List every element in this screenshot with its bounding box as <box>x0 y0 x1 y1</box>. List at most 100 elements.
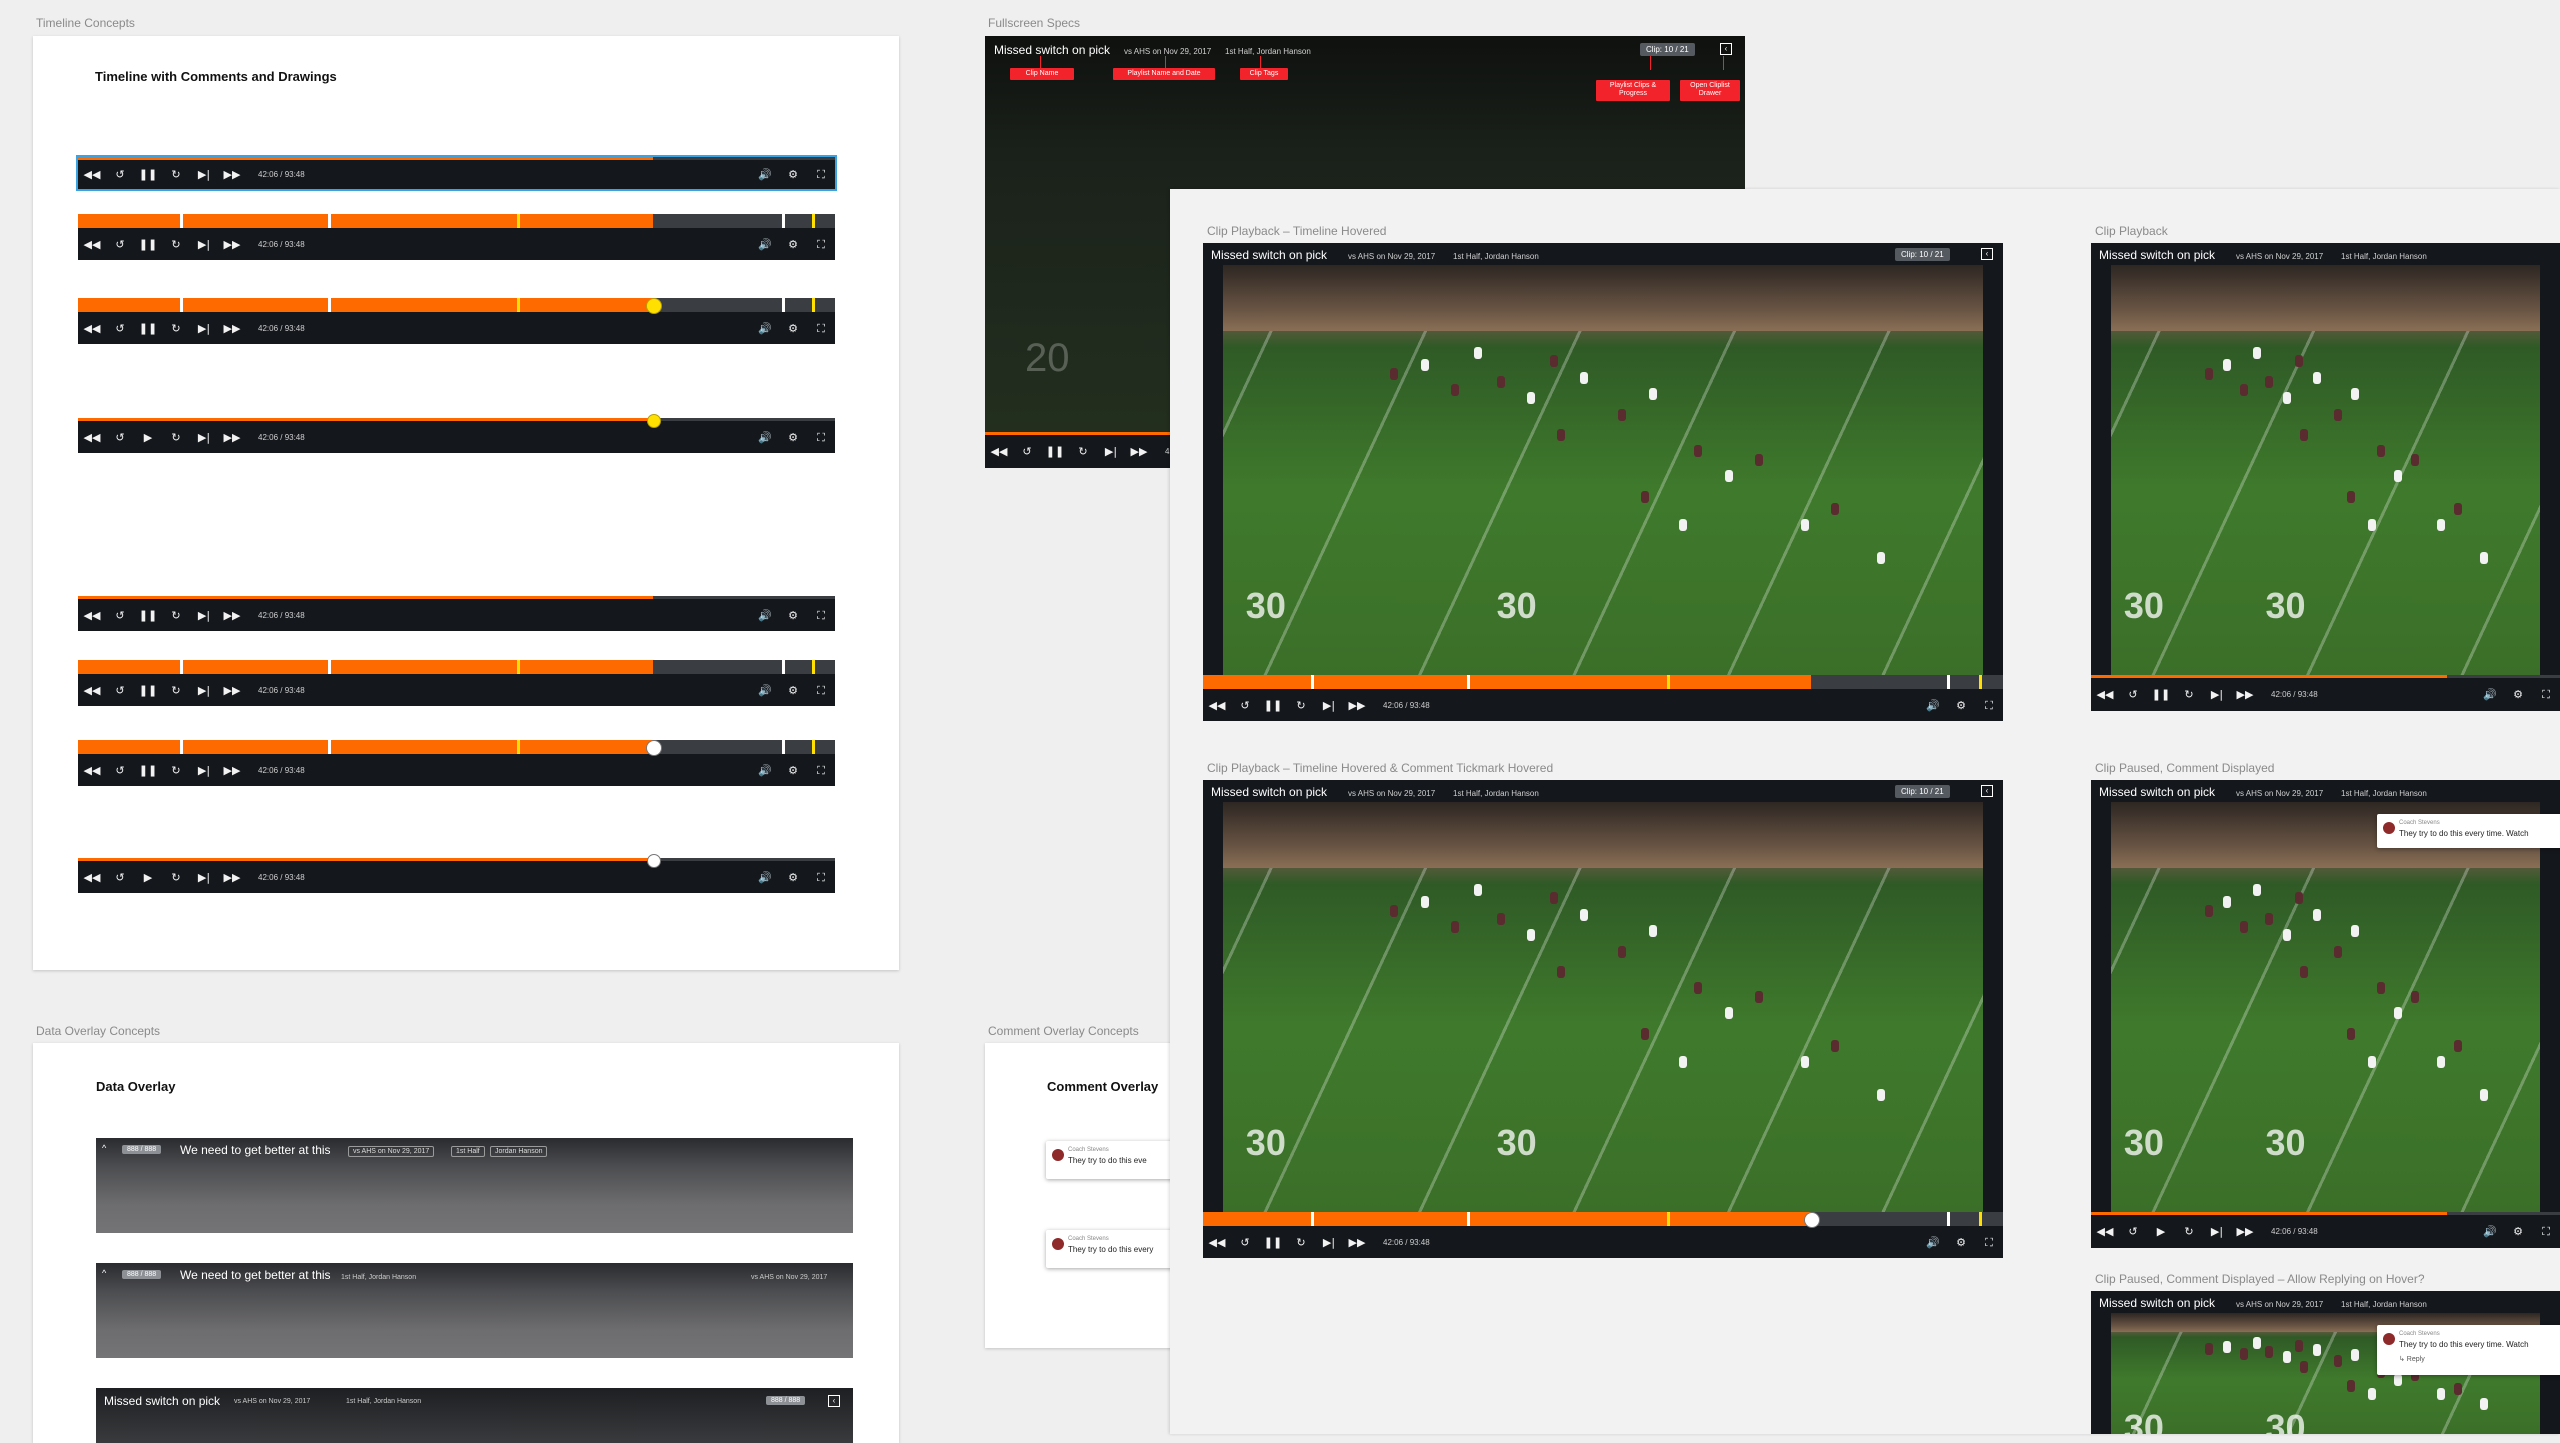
reply-button[interactable]: ↳ Reply <box>2399 1355 2425 1363</box>
timeline-tick[interactable] <box>327 214 331 228</box>
rewind-icon[interactable]: ◀◀ <box>985 446 1013 457</box>
fast-forward-icon[interactable]: ▶▶ <box>218 872 246 883</box>
comment-tickmark[interactable] <box>812 298 816 312</box>
play-icon[interactable]: ▶ <box>2147 1226 2175 1237</box>
step-forward-icon[interactable]: ▶| <box>190 765 218 776</box>
timeline-tick[interactable] <box>1311 1212 1314 1226</box>
rewind-icon[interactable]: ◀◀ <box>78 765 106 776</box>
pause-icon[interactable]: ❚❚ <box>134 765 162 776</box>
step-forward-icon[interactable]: ▶| <box>190 239 218 250</box>
forward-10-icon[interactable]: ↻ <box>162 872 190 883</box>
gear-icon[interactable]: ⚙ <box>779 239 807 250</box>
timeline-tick[interactable] <box>327 740 331 754</box>
step-forward-icon[interactable]: ▶| <box>190 872 218 883</box>
fullscreen-icon[interactable]: ⛶ <box>807 872 835 883</box>
fullscreen-icon[interactable]: ⛶ <box>2532 1226 2560 1237</box>
gear-icon[interactable]: ⚙ <box>2504 689 2532 700</box>
forward-10-icon[interactable]: ↻ <box>1069 446 1097 457</box>
forward-10-icon[interactable]: ↻ <box>162 239 190 250</box>
fast-forward-icon[interactable]: ▶▶ <box>1343 700 1371 711</box>
back-10-icon[interactable]: ↺ <box>106 685 134 696</box>
fullscreen-icon[interactable]: ⛶ <box>807 239 835 250</box>
back-10-icon[interactable]: ↺ <box>1013 446 1041 457</box>
fast-forward-icon[interactable]: ▶▶ <box>1125 446 1153 457</box>
fullscreen-icon[interactable]: ⛶ <box>1975 700 2003 711</box>
rewind-icon[interactable]: ◀◀ <box>1203 1237 1231 1248</box>
fullscreen-icon[interactable]: ⛶ <box>807 432 835 443</box>
pause-icon[interactable]: ❚❚ <box>2147 689 2175 700</box>
video-frame[interactable]: 30 30 <box>2111 265 2540 675</box>
play-icon[interactable]: ▶ <box>134 432 162 443</box>
gear-icon[interactable]: ⚙ <box>779 685 807 696</box>
drawer-icon[interactable]: ‹ <box>1981 785 1993 797</box>
volume-icon[interactable]: 🔊 <box>1919 1237 1947 1248</box>
forward-10-icon[interactable]: ↻ <box>162 323 190 334</box>
back-10-icon[interactable]: ↺ <box>1231 700 1259 711</box>
fast-forward-icon[interactable]: ▶▶ <box>218 239 246 250</box>
fast-forward-icon[interactable]: ▶▶ <box>218 432 246 443</box>
rewind-icon[interactable]: ◀◀ <box>78 239 106 250</box>
comment-card[interactable]: Coach Stevens They try to do this every <box>1046 1230 1185 1268</box>
tag-pill-game[interactable]: vs AHS on Nov 29, 2017 <box>348 1146 435 1157</box>
pause-icon[interactable]: ❚❚ <box>134 239 162 250</box>
comment-tickmark[interactable] <box>1667 675 1670 689</box>
forward-10-icon[interactable]: ↻ <box>162 610 190 621</box>
fullscreen-icon[interactable]: ⛶ <box>1975 1237 2003 1248</box>
volume-icon[interactable]: 🔊 <box>2476 1226 2504 1237</box>
drawer-icon[interactable]: ‹ <box>828 1395 840 1407</box>
fast-forward-icon[interactable]: ▶▶ <box>218 685 246 696</box>
timeline-track[interactable] <box>78 740 835 754</box>
rewind-icon[interactable]: ◀◀ <box>78 432 106 443</box>
comment-tickmark[interactable] <box>517 298 521 312</box>
pause-icon[interactable]: ❚❚ <box>134 685 162 696</box>
comment-tickmark[interactable] <box>1979 1212 1982 1226</box>
forward-10-icon[interactable]: ↻ <box>162 685 190 696</box>
volume-icon[interactable]: 🔊 <box>751 610 779 621</box>
volume-icon[interactable]: 🔊 <box>1919 700 1947 711</box>
rewind-icon[interactable]: ◀◀ <box>2091 689 2119 700</box>
fast-forward-icon[interactable]: ▶▶ <box>218 169 246 180</box>
forward-10-icon[interactable]: ↻ <box>1287 1237 1315 1248</box>
timeline-tick[interactable] <box>782 660 785 674</box>
comment-tickmark[interactable] <box>1979 675 1982 689</box>
back-10-icon[interactable]: ↺ <box>106 239 134 250</box>
rewind-icon[interactable]: ◀◀ <box>2091 1226 2119 1237</box>
back-10-icon[interactable]: ↺ <box>106 432 134 443</box>
video-frame[interactable]: 30 30 <box>1223 265 1983 675</box>
comment-tickmark[interactable] <box>517 660 521 674</box>
forward-10-icon[interactable]: ↻ <box>2175 1226 2203 1237</box>
timeline-tick[interactable] <box>782 740 785 754</box>
comment-card[interactable]: Coach Stevens They try to do this eve <box>1046 1141 1185 1179</box>
pause-icon[interactable]: ❚❚ <box>134 323 162 334</box>
fast-forward-icon[interactable]: ▶▶ <box>2231 1226 2259 1237</box>
volume-icon[interactable]: 🔊 <box>751 872 779 883</box>
step-forward-icon[interactable]: ▶| <box>1097 446 1125 457</box>
step-forward-icon[interactable]: ▶| <box>190 323 218 334</box>
gear-icon[interactable]: ⚙ <box>779 610 807 621</box>
pause-icon[interactable]: ❚❚ <box>134 610 162 621</box>
timeline-tick[interactable] <box>327 660 331 674</box>
comment-tickmark[interactable] <box>517 214 521 228</box>
step-forward-icon[interactable]: ▶| <box>1315 700 1343 711</box>
gear-icon[interactable]: ⚙ <box>779 169 807 180</box>
timeline-track[interactable] <box>78 214 835 228</box>
video-frame[interactable]: 30 30 <box>1223 802 1983 1212</box>
tag-pill-half[interactable]: 1st Half <box>451 1146 485 1157</box>
fast-forward-icon[interactable]: ▶▶ <box>218 323 246 334</box>
play-icon[interactable]: ▶ <box>134 872 162 883</box>
comment-tickmark[interactable] <box>1667 1212 1670 1226</box>
timeline-tick[interactable] <box>782 298 785 312</box>
timeline-tick[interactable] <box>1467 1212 1470 1226</box>
step-forward-icon[interactable]: ▶| <box>190 169 218 180</box>
gear-icon[interactable]: ⚙ <box>779 323 807 334</box>
tag-pill-player[interactable]: Jordan Hanson <box>490 1146 548 1157</box>
timeline-tick[interactable] <box>180 740 184 754</box>
step-forward-icon[interactable]: ▶| <box>190 432 218 443</box>
pause-icon[interactable]: ❚❚ <box>134 169 162 180</box>
timeline-tick[interactable] <box>180 298 184 312</box>
fast-forward-icon[interactable]: ▶▶ <box>218 610 246 621</box>
forward-10-icon[interactable]: ↻ <box>162 432 190 443</box>
volume-icon[interactable]: 🔊 <box>2476 689 2504 700</box>
forward-10-icon[interactable]: ↻ <box>162 765 190 776</box>
back-10-icon[interactable]: ↺ <box>106 169 134 180</box>
